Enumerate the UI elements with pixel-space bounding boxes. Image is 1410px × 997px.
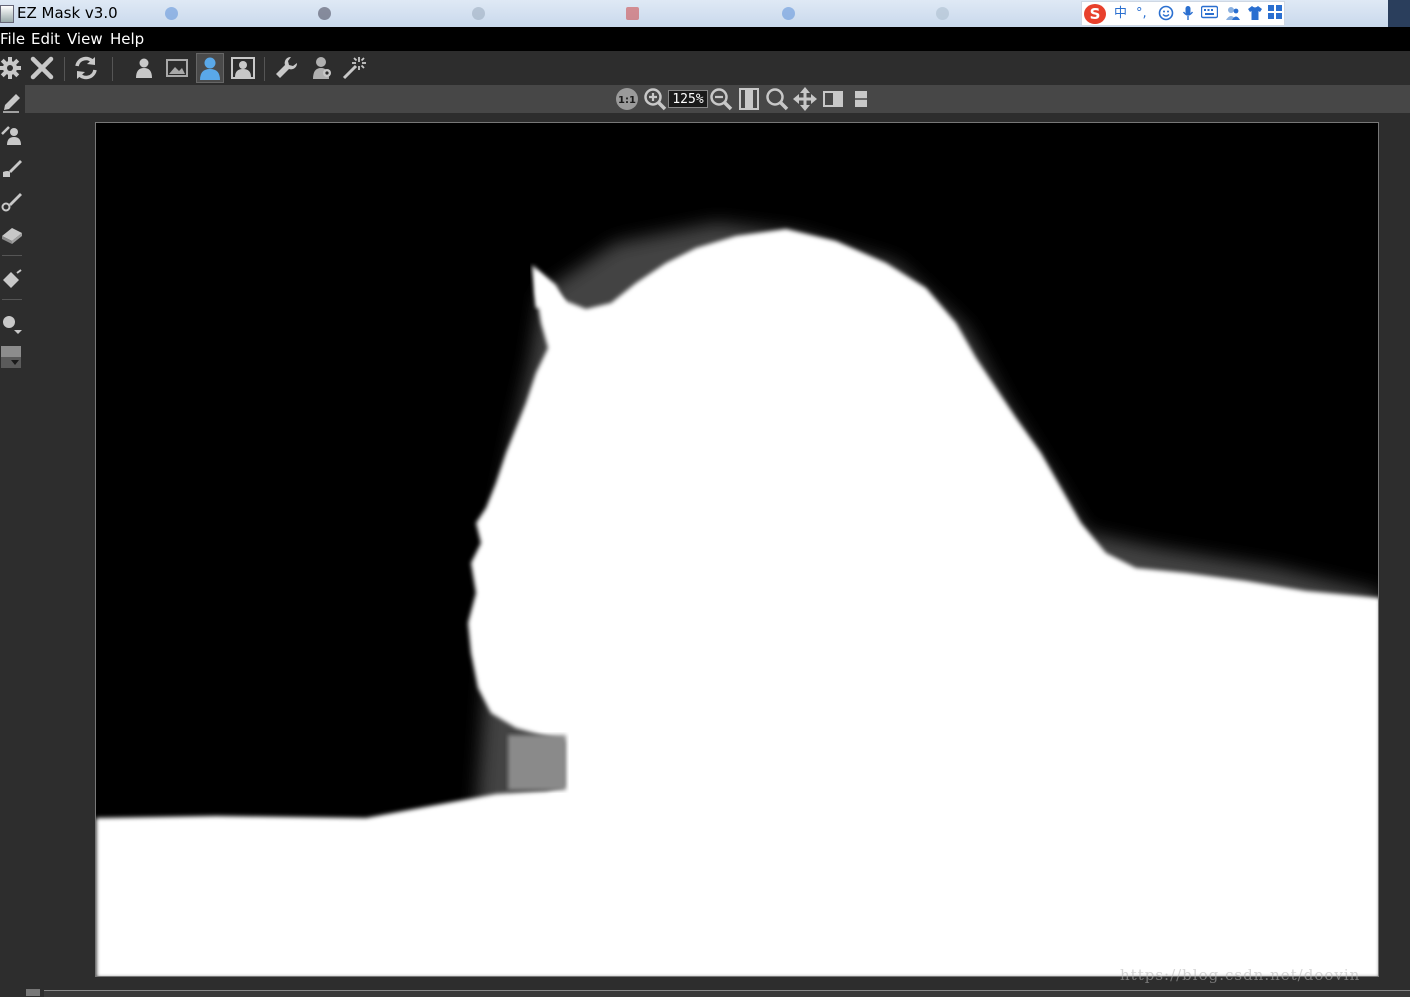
split-view-icon[interactable]: [820, 86, 846, 112]
watermark: https://blog.csdn.net/doovin: [1120, 966, 1361, 984]
pan-icon[interactable]: [792, 86, 818, 112]
wrench-icon[interactable]: [273, 53, 301, 83]
toolbar-separator: [64, 57, 65, 81]
hair-brush-icon[interactable]: [0, 188, 24, 214]
mask-image: [96, 123, 1378, 976]
people-icon[interactable]: [1225, 5, 1241, 27]
tool-separator: [2, 299, 22, 300]
toolbar-separator: [112, 57, 113, 81]
ime-mode-toggle[interactable]: 中: [1114, 5, 1127, 23]
foreground-person-icon[interactable]: [130, 53, 158, 83]
background-taskbar-tab: [165, 6, 184, 23]
drop-brush-icon[interactable]: [0, 155, 24, 181]
color-swatch-icon[interactable]: [0, 344, 24, 370]
toolbar-separator: [264, 57, 265, 81]
refresh-icon[interactable]: [72, 53, 100, 83]
ime-logo[interactable]: S: [1084, 4, 1106, 24]
title-bar: EZ Mask v3.0 S 中 °,: [0, 0, 1410, 27]
actual-size-label: 1:1: [618, 95, 636, 106]
eraser-icon[interactable]: [0, 221, 24, 247]
person-settings-icon[interactable]: [308, 53, 336, 83]
fill-icon[interactable]: [0, 266, 24, 292]
grid-icon[interactable]: [1268, 5, 1282, 25]
pencil-icon[interactable]: [0, 89, 24, 115]
settings-icon[interactable]: [0, 53, 24, 83]
menu-view[interactable]: View: [67, 30, 103, 48]
keep-brush-icon[interactable]: [0, 122, 24, 148]
brush-size-icon[interactable]: [0, 311, 24, 337]
scroll-left-button[interactable]: [26, 989, 40, 996]
tool-separator: [2, 255, 22, 256]
menu-file[interactable]: File: [0, 30, 25, 48]
composite-view-icon[interactable]: [229, 53, 257, 83]
mask-view-icon[interactable]: [196, 53, 224, 83]
keyboard-icon[interactable]: [1200, 5, 1219, 25]
left-toolbar: [0, 85, 25, 990]
actual-size-button[interactable]: 1:1: [614, 86, 640, 112]
main-toolbar: [0, 51, 1410, 85]
ime-punctuation-toggle[interactable]: °,: [1136, 5, 1147, 23]
emoji-icon[interactable]: [1158, 5, 1174, 27]
zoom-in-icon[interactable]: [642, 86, 668, 112]
horizontal-scrollbar[interactable]: [0, 986, 1410, 997]
background-taskbar-tab: [472, 6, 491, 23]
magic-wand-icon[interactable]: [340, 53, 368, 83]
close-icon[interactable]: [28, 53, 56, 83]
zoom-level-field[interactable]: 125%: [668, 90, 708, 108]
microphone-icon[interactable]: [1181, 5, 1195, 27]
magnifier-icon[interactable]: [764, 86, 790, 112]
background-taskbar-tab: [782, 6, 801, 23]
fit-window-icon[interactable]: [736, 86, 762, 112]
background-taskbar-tab: [936, 6, 955, 23]
background-taskbar-tab: [318, 6, 337, 23]
shirt-icon[interactable]: [1247, 5, 1263, 27]
app-icon: [0, 5, 14, 23]
menu-help[interactable]: Help: [110, 30, 144, 48]
single-view-icon[interactable]: [848, 86, 874, 112]
zoom-out-icon[interactable]: [708, 86, 734, 112]
mask-canvas[interactable]: [95, 122, 1379, 977]
shoulder-shadow: [508, 735, 566, 790]
menu-bar: File Edit View Help: [0, 27, 1410, 51]
menu-edit[interactable]: Edit: [31, 30, 60, 48]
window-title: EZ Mask v3.0: [17, 4, 118, 22]
background-taskbar-tab: [626, 6, 645, 23]
window-controls-area[interactable]: [1388, 0, 1410, 27]
view-toolbar: 1:1 125%: [25, 85, 1410, 113]
ime-toolbar[interactable]: S 中 °,: [1081, 1, 1285, 26]
background-image-icon[interactable]: [163, 53, 191, 83]
